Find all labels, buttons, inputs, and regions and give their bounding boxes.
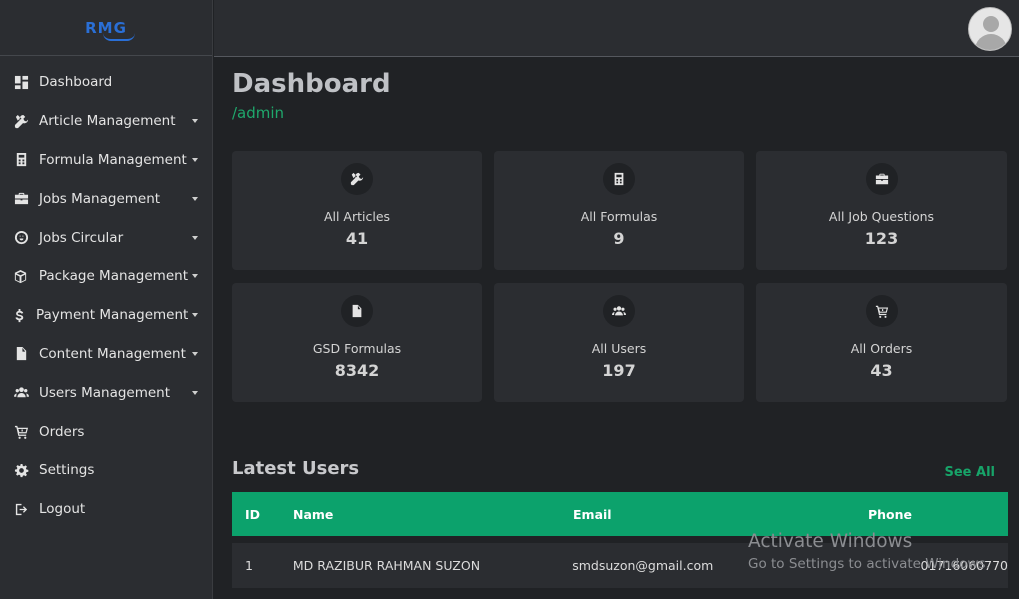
activate-windows-subtitle: Go to Settings to activate Windows. [748,556,990,572]
sidebar-item-label: Formula Management [39,151,187,168]
sidebar-item-label: Settings [39,462,95,479]
breadcrumb: /admin [232,104,285,122]
stat-card-value: 41 [345,229,369,248]
stat-card-all-job-questions[interactable]: All Job Questions 123 [756,151,1007,270]
activate-windows-title: Activate Windows [748,531,913,552]
stat-card-all-formulas[interactable]: All Formulas 9 [494,151,744,270]
cell-name: MD RAZIBUR RAHMAN SUZON [292,558,481,573]
users-icon [12,384,30,402]
users-icon [603,295,635,327]
stat-card-value: 123 [864,229,899,248]
sidebar-item-label: Orders [39,423,85,440]
stat-card-value: 43 [870,361,893,380]
stat-card-all-articles[interactable]: All Articles 41 [232,151,482,270]
sidebar-item-label: Dashboard [39,74,113,91]
sidebar-item-label: Jobs Circular [39,229,124,246]
chevron-down-icon [192,235,198,240]
brand-logo[interactable]: RMG [85,19,136,41]
avatar-head [983,16,999,32]
stat-card-gsd-formulas[interactable]: GSD Formulas 8342 [232,283,482,402]
cart-icon [865,295,898,327]
tools-icon [341,163,373,195]
sidebar-item-label: Jobs Management [39,190,161,207]
chevron-down-icon [192,157,198,162]
document-icon [341,295,373,327]
cart-icon [12,423,30,441]
chevron-down-icon [192,119,198,124]
sidebar-item-label: Content Management [39,345,186,362]
gear-icon [12,461,30,479]
page-title: Dashboard [232,69,391,99]
dashboard-icon [12,73,30,91]
sidebar-item-content-management[interactable]: Content Management [0,335,212,374]
stat-card-label: All Users [591,341,647,356]
stat-card-value: 8342 [334,361,380,380]
sidebar-item-label: Article Management [39,113,176,130]
topbar [214,0,1019,57]
sidebar-nav: Dashboard Article Management Formula Manag… [0,56,212,529]
stat-card-all-orders[interactable]: All Orders 43 [756,283,1007,402]
column-header-id: ID [245,506,261,522]
column-header-name: Name [293,506,334,522]
sidebar-item-users-management[interactable]: Users Management [0,373,212,412]
sidebar-item-settings[interactable]: Settings [0,451,212,490]
sidebar-item-label: Package Management [38,268,188,285]
package-icon [12,267,30,285]
stat-card-all-users[interactable]: All Users 197 [494,283,744,402]
sidebar-item-article-management[interactable]: Article Management [0,102,212,141]
stat-card-label: GSD Formulas [312,341,402,356]
stat-card-value: 9 [613,229,625,248]
sidebar-item-label: Users Management [39,384,171,401]
stat-card-value: 197 [602,361,636,380]
stat-card-label: All Articles [323,209,391,224]
briefcase-icon [865,163,898,195]
sidebar-item-package-management[interactable]: Package Management [0,257,212,296]
calculator-icon [603,163,635,195]
column-header-phone: Phone [868,506,913,522]
tools-icon [12,112,30,130]
sidebar-item-payment-management[interactable]: Payment Management [0,296,212,335]
logout-icon [12,500,30,518]
circle-icon [12,229,30,247]
document-icon [12,345,30,363]
calculator-icon [12,151,30,169]
sidebar-item-jobs-management[interactable]: Jobs Management [0,179,212,218]
stat-card-label: All Job Questions [828,209,935,224]
sidebar-item-dashboard[interactable]: Dashboard [0,63,212,102]
stat-card-label: All Orders [850,341,913,356]
cell-id: 1 [245,558,253,573]
table-header: ID Name Email Phone [232,492,1008,536]
chevron-down-icon [192,313,199,318]
chevron-down-icon [192,351,198,356]
avatar-body [975,34,1007,50]
latest-users-title: Latest Users [232,458,360,479]
sidebar-item-formula-management[interactable]: Formula Management [0,141,212,180]
stat-card-label: All Formulas [580,209,658,224]
see-all-link[interactable]: See All [945,465,996,480]
briefcase-icon [12,190,30,208]
sidebar: RMG Dashboard Article Management Formula M… [0,0,213,599]
logo-area: RMG [0,0,212,56]
logo-swoosh [103,33,136,41]
chevron-down-icon [192,274,198,279]
sidebar-item-orders[interactable]: Orders [0,412,212,451]
sidebar-item-label: Payment Management [36,307,189,324]
chevron-down-icon [192,390,198,395]
sidebar-item-jobs-circular[interactable]: Jobs Circular [0,218,212,257]
sidebar-item-logout[interactable]: Logout [0,490,212,529]
user-avatar-icon[interactable] [968,7,1012,51]
sidebar-item-label: Logout [39,501,86,518]
chevron-down-icon [192,196,198,201]
stats-cards: All Articles 41 All Formulas 9 All Job Quest… [232,151,1008,402]
dollar-icon [12,306,27,324]
column-header-email: Email [573,506,612,522]
